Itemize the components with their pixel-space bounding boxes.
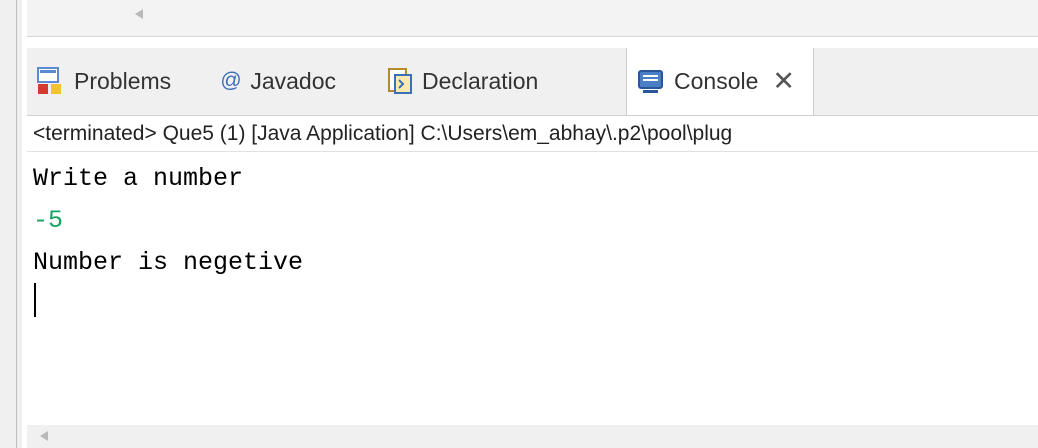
upper-editor-scrollbar[interactable] — [27, 0, 1038, 37]
view-separator — [27, 37, 1038, 48]
javadoc-at-icon: @ — [220, 69, 242, 92]
console-output-area[interactable]: Write a number -5 Number is negetive — [27, 153, 1038, 425]
tab-console[interactable]: Console ✕ — [626, 48, 815, 115]
console-input-line: -5 — [33, 206, 64, 235]
console-line: Write a number — [33, 164, 244, 193]
tab-declaration-label: Declaration — [422, 67, 539, 94]
panel-divider — [16, 0, 17, 448]
console-line: Number is negetive — [33, 248, 304, 277]
scroll-left-arrow-icon[interactable] — [40, 431, 48, 441]
tab-console-label: Console — [674, 68, 759, 94]
left-panel-edge — [0, 0, 22, 448]
tab-javadoc[interactable]: @ Javadoc — [220, 48, 336, 114]
tab-problems[interactable]: Problems — [37, 48, 171, 114]
view-tab-bar: Problems @ Javadoc Declaration Console ✕ — [27, 48, 1038, 116]
horizontal-scrollbar[interactable] — [27, 425, 1038, 448]
tab-problems-label: Problems — [74, 67, 172, 94]
console-icon — [637, 69, 665, 95]
declaration-icon — [387, 67, 413, 95]
tab-javadoc-label: Javadoc — [250, 67, 336, 94]
scroll-left-arrow-icon[interactable] — [135, 9, 143, 19]
tab-declaration[interactable]: Declaration — [387, 48, 538, 114]
problems-icon — [37, 66, 65, 96]
close-icon[interactable]: ✕ — [772, 66, 795, 97]
text-caret — [34, 283, 36, 317]
console-process-status: <terminated> Que5 (1) [Java Application]… — [27, 116, 1038, 152]
